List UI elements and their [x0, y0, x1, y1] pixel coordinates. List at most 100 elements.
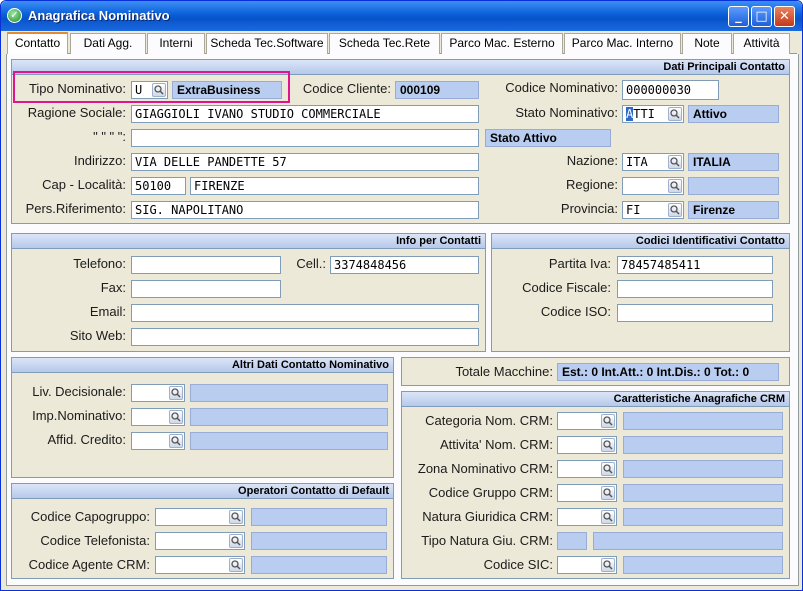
ragione-sociale-field[interactable]: GIAGGIOLI IVANO STUDIO COMMERCIALE: [131, 105, 479, 123]
window-title: Anagrafica Nominativo: [28, 8, 170, 23]
zona-crm-desc: [623, 460, 783, 478]
provincia-code: FI: [626, 203, 641, 217]
regione-desc: [688, 177, 779, 195]
codice-sic-combo[interactable]: [557, 556, 617, 574]
sito-web-field[interactable]: [131, 328, 479, 346]
affid-credito-combo[interactable]: [131, 432, 185, 450]
tab-note[interactable]: Note: [682, 33, 732, 54]
lookup-icon[interactable]: [668, 203, 682, 217]
categoria-crm-combo[interactable]: [557, 412, 617, 430]
lookup-icon[interactable]: [601, 558, 615, 572]
lookup-icon[interactable]: [229, 510, 243, 524]
telefonista-combo[interactable]: [155, 532, 245, 550]
nazione-desc: ITALIA: [688, 153, 779, 171]
email-label: Email:: [89, 304, 126, 319]
lookup-icon[interactable]: [169, 434, 183, 448]
lookup-icon[interactable]: [229, 534, 243, 548]
fax-label: Fax:: [100, 280, 126, 295]
imp-nominativo-combo[interactable]: [131, 408, 185, 426]
tab-parco-mac-esterno[interactable]: Parco Mac. Esterno: [441, 33, 563, 54]
lookup-icon[interactable]: [601, 462, 615, 476]
regione-combo[interactable]: [622, 177, 684, 195]
codice-fiscale-field[interactable]: [617, 280, 773, 298]
lookup-icon[interactable]: [601, 510, 615, 524]
codice-iso-field[interactable]: [617, 304, 773, 322]
affid-credito-desc: [190, 432, 388, 450]
pers-riferimento-field[interactable]: SIG. NAPOLITANO: [131, 201, 479, 219]
attivita-crm-combo[interactable]: [557, 436, 617, 454]
tab-scheda-tec-software[interactable]: Scheda Tec.Software: [206, 33, 328, 54]
lookup-icon[interactable]: [601, 438, 615, 452]
tab-interni[interactable]: Interni: [147, 33, 205, 54]
tab-scheda-tec-rete[interactable]: Scheda Tec.Rete: [329, 33, 440, 54]
lookup-icon[interactable]: [668, 107, 682, 121]
lookup-icon[interactable]: [152, 83, 166, 97]
partita-iva-field[interactable]: 78457485411: [617, 256, 773, 274]
nazione-code: ITA: [626, 155, 648, 169]
provincia-combo[interactable]: FI: [622, 201, 684, 219]
gruppo-crm-combo[interactable]: [557, 484, 617, 502]
tab-parco-mac-interno[interactable]: Parco Mac. Interno: [564, 33, 681, 54]
email-field[interactable]: [131, 304, 479, 322]
lookup-icon[interactable]: [169, 410, 183, 424]
zona-crm-combo[interactable]: [557, 460, 617, 478]
totale-macchine-value: Est.: 0 Int.Att.: 0 Int.Dis.: 0 Tot.: 0: [557, 363, 779, 381]
group-header: Info per Contatti: [12, 234, 485, 249]
maximize-button[interactable]: □: [751, 6, 772, 27]
gruppo-crm-label: Codice Gruppo CRM:: [428, 485, 553, 500]
stato-attivo-badge: Stato Attivo: [485, 129, 611, 147]
fax-field[interactable]: [131, 280, 281, 298]
lookup-icon[interactable]: [601, 414, 615, 428]
natura-crm-desc: [623, 508, 783, 526]
codice-iso-label: Codice ISO:: [540, 304, 611, 319]
regione-label: Regione:: [565, 177, 618, 192]
codice-sic-label: Codice SIC:: [483, 557, 553, 572]
indirizzo-field[interactable]: VIA DELLE PANDETTE 57: [131, 153, 479, 171]
tab-dati-agg[interactable]: Dati Agg.: [70, 33, 146, 54]
capogruppo-label: Codice Capogruppo:: [30, 509, 150, 524]
liv-decisionale-label: Liv. Decisionale:: [32, 384, 126, 399]
ragione-sociale-2-field[interactable]: [131, 129, 479, 147]
liv-decisionale-desc: [190, 384, 388, 402]
lookup-icon[interactable]: [601, 486, 615, 500]
zona-crm-label: Zona Nominativo CRM:: [417, 461, 553, 476]
tab-attivita[interactable]: Attività: [733, 33, 790, 54]
lookup-icon[interactable]: [668, 179, 682, 193]
group-header: Operatori Contatto di Default: [12, 484, 393, 499]
capogruppo-combo[interactable]: [155, 508, 245, 526]
minimize-button[interactable]: _: [728, 6, 749, 27]
attivita-crm-desc: [623, 436, 783, 454]
title-bar[interactable]: ✓ Anagrafica Nominativo _ □ ✕: [1, 1, 802, 31]
lookup-icon[interactable]: [668, 155, 682, 169]
stato-nominativo-combo[interactable]: ATTI: [622, 105, 684, 123]
group-header: Caratteristiche Anagrafiche CRM: [402, 392, 789, 407]
lookup-icon[interactable]: [229, 558, 243, 572]
agente-crm-combo[interactable]: [155, 556, 245, 574]
close-button[interactable]: ✕: [774, 6, 795, 27]
tipo-natura-crm-desc: [593, 532, 783, 550]
codice-nominativo-field[interactable]: 000000030: [622, 80, 719, 100]
sito-web-label: Sito Web:: [69, 328, 126, 343]
main-window: ✓ Anagrafica Nominativo _ □ ✕ Contatto D…: [0, 0, 803, 591]
telefonista-label: Codice Telefonista:: [40, 533, 150, 548]
telefono-field[interactable]: [131, 256, 281, 274]
tipo-natura-crm-label: Tipo Natura Giu. CRM:: [421, 533, 553, 548]
categoria-crm-label: Categoria Nom. CRM:: [425, 413, 553, 428]
natura-crm-combo[interactable]: [557, 508, 617, 526]
nazione-combo[interactable]: ITA: [622, 153, 684, 171]
gruppo-crm-desc: [623, 484, 783, 502]
localita-field[interactable]: FIRENZE: [190, 177, 479, 195]
capogruppo-desc: [251, 508, 387, 526]
codice-nominativo-label: Codice Nominativo:: [505, 80, 618, 95]
cap-field[interactable]: 50100: [131, 177, 186, 195]
lookup-icon[interactable]: [169, 386, 183, 400]
tab-contatto[interactable]: Contatto: [7, 32, 68, 55]
partita-iva-label: Partita Iva:: [548, 256, 611, 271]
tipo-nominativo-value: U: [135, 83, 143, 97]
cell-label: Cell.:: [296, 256, 326, 271]
tipo-nominativo-combo[interactable]: U: [131, 81, 168, 99]
cell-field[interactable]: 3374848456: [330, 256, 479, 274]
pers-riferimento-label: Pers.Riferimento:: [25, 201, 126, 216]
liv-decisionale-combo[interactable]: [131, 384, 185, 402]
provincia-label: Provincia:: [560, 201, 618, 216]
